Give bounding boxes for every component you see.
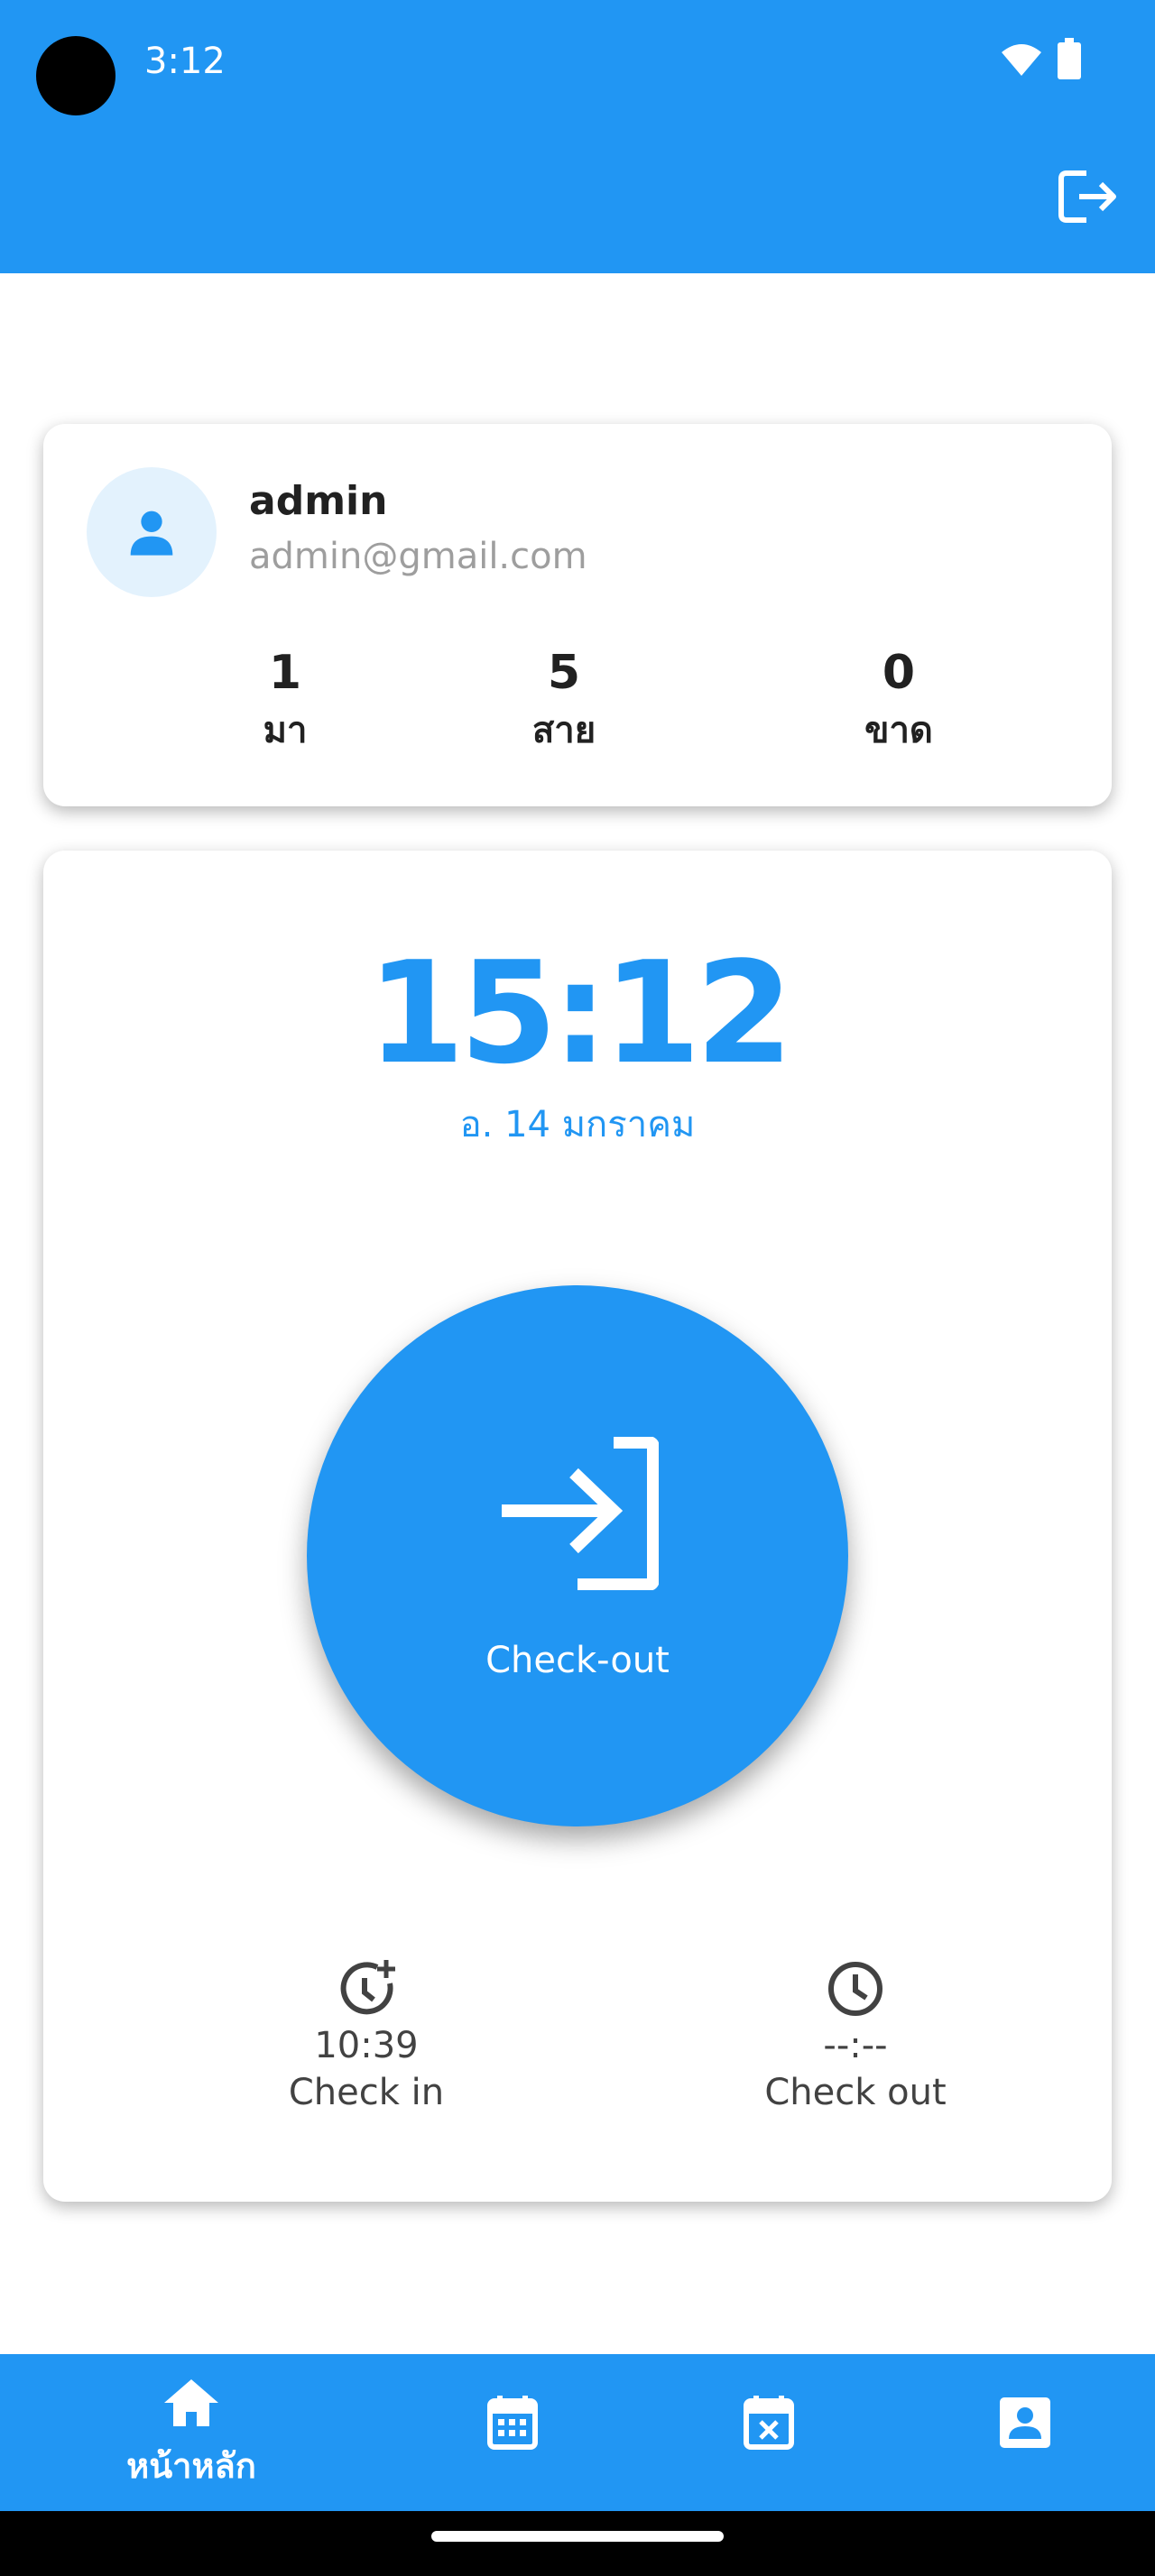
check-out-summary: --:-- Check out — [693, 1958, 1018, 2117]
stat-late: 5 สาย — [429, 644, 699, 756]
check-in-time: 10:39 — [314, 2025, 419, 2066]
app-bar: 3:12 — [0, 0, 1155, 273]
check-in-summary: 10:39 Check in — [204, 1958, 529, 2117]
camera-cutout — [36, 36, 116, 115]
stat-absent: 0 ขาด — [763, 644, 1034, 756]
check-out-time: --:-- — [823, 2025, 888, 2066]
current-time: 15:12 — [366, 931, 794, 1095]
status-time: 3:12 — [144, 41, 226, 82]
alarm-add-icon — [340, 1960, 395, 2015]
stat-value: 1 — [268, 646, 302, 700]
logout-icon[interactable] — [1056, 168, 1119, 225]
calendar-cancel-icon — [744, 2396, 794, 2450]
battery-icon — [1058, 38, 1081, 79]
stat-value: 5 — [547, 646, 581, 700]
clock-icon — [828, 1962, 882, 2016]
nav-leave[interactable] — [679, 2354, 859, 2511]
check-card: 15:12 อ. 14 มกราคม Check-out 10:39 Check… — [43, 851, 1112, 2202]
stat-label: สาย — [531, 710, 596, 751]
user-name: admin — [249, 478, 388, 524]
current-date: อ. 14 มกราคม — [459, 1104, 696, 1145]
person-icon — [130, 511, 173, 556]
calendar-icon — [487, 2396, 538, 2450]
stat-value: 0 — [882, 646, 916, 700]
nav-calendar[interactable] — [422, 2354, 603, 2511]
check-out-label: Check out — [764, 2072, 947, 2113]
gesture-handle[interactable] — [431, 2531, 724, 2542]
check-out-label: Check-out — [485, 1640, 670, 1681]
profile-icon — [1000, 2397, 1050, 2448]
wifi-icon — [1002, 44, 1041, 76]
nav-profile[interactable] — [935, 2354, 1115, 2511]
nav-home-label: หน้าหลัก — [126, 2446, 256, 2486]
user-email: admin@gmail.com — [249, 536, 587, 577]
check-out-button[interactable]: Check-out — [307, 1285, 848, 1826]
stat-label: มา — [263, 710, 308, 751]
avatar — [87, 467, 217, 597]
login-arrow-icon — [502, 1437, 659, 1590]
check-in-label: Check in — [288, 2072, 445, 2113]
profile-card: admin admin@gmail.com 1 มา 5 สาย 0 ขาด — [43, 424, 1112, 806]
stat-present: 1 มา — [150, 644, 420, 756]
system-nav-bar — [0, 2511, 1155, 2576]
nav-home[interactable]: หน้าหลัก — [101, 2354, 282, 2511]
bottom-nav: หน้าหลัก — [0, 2354, 1155, 2511]
home-icon — [164, 2379, 218, 2426]
stat-label: ขาด — [864, 710, 933, 751]
